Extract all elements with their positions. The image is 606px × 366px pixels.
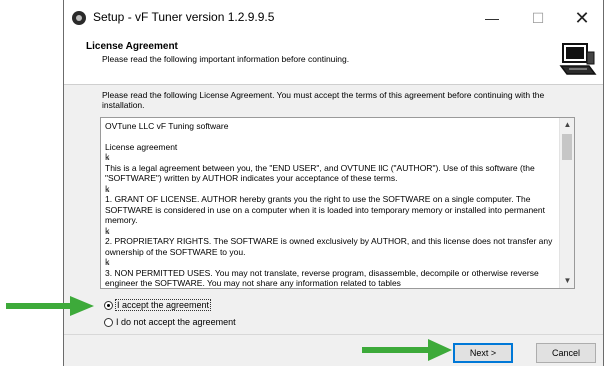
accept-radio[interactable]: I accept the agreement bbox=[104, 299, 212, 311]
installer-computer-icon bbox=[559, 43, 597, 75]
license-line: ꝃ bbox=[105, 183, 110, 194]
decline-radio[interactable]: I do not accept the agreement bbox=[104, 316, 236, 328]
license-line: 2. PROPRIETARY RIGHTS. The SOFTWARE is o… bbox=[105, 236, 555, 257]
license-line: ꝃ bbox=[105, 152, 110, 162]
setup-window: Setup - vF Tuner version 1.2.9.9.5 — ☐ ✕… bbox=[63, 0, 604, 366]
scroll-up-icon[interactable]: ▲ bbox=[560, 118, 574, 132]
close-button[interactable]: ✕ bbox=[564, 5, 600, 31]
decline-radio-label[interactable]: I do not accept the agreement bbox=[116, 317, 236, 327]
license-text: OVTune LLC vF Tuning software License agr… bbox=[105, 121, 555, 289]
license-textbox[interactable]: OVTune LLC vF Tuning software License agr… bbox=[100, 117, 575, 289]
instructions-text: Please read the following License Agreem… bbox=[102, 90, 545, 110]
title-bar[interactable]: Setup - vF Tuner version 1.2.9.9.5 — ☐ ✕ bbox=[64, 0, 603, 36]
license-line: License agreement bbox=[105, 141, 178, 152]
next-button[interactable]: Next > bbox=[453, 343, 513, 363]
green-arrow-icon bbox=[6, 296, 96, 318]
page-subtitle: Please read the following important info… bbox=[102, 54, 350, 64]
window-title: Setup - vF Tuner version 1.2.9.9.5 bbox=[93, 10, 275, 24]
footer-divider bbox=[64, 334, 603, 335]
license-line: OVTune LLC vF Tuning software bbox=[105, 121, 229, 131]
green-arrow-icon bbox=[362, 338, 454, 362]
maximize-button[interactable]: ☐ bbox=[520, 5, 556, 31]
license-line: 3. NON PERMITTED USES. You may not trans… bbox=[105, 267, 542, 289]
scroll-thumb[interactable] bbox=[562, 134, 572, 160]
license-line: 1. GRANT OF LICENSE. AUTHOR hereby grant… bbox=[105, 194, 548, 225]
license-line: This is a legal agreement between you, t… bbox=[105, 162, 538, 184]
cancel-button[interactable]: Cancel bbox=[536, 343, 596, 363]
minimize-button[interactable]: — bbox=[474, 5, 510, 31]
app-icon bbox=[72, 11, 86, 25]
wizard-header: License Agreement Please read the follow… bbox=[64, 36, 603, 85]
license-line: ꝃ bbox=[105, 225, 110, 236]
license-line bbox=[105, 132, 555, 142]
page-title: License Agreement bbox=[86, 41, 178, 52]
radio-unchecked-icon[interactable] bbox=[104, 318, 113, 327]
accept-radio-label[interactable]: I accept the agreement bbox=[114, 299, 212, 311]
scroll-down-icon[interactable]: ▼ bbox=[560, 274, 574, 288]
radio-checked-icon[interactable] bbox=[104, 301, 113, 310]
license-scrollbar[interactable]: ▲ ▼ bbox=[559, 118, 574, 288]
license-line: ꝃ bbox=[105, 257, 110, 267]
